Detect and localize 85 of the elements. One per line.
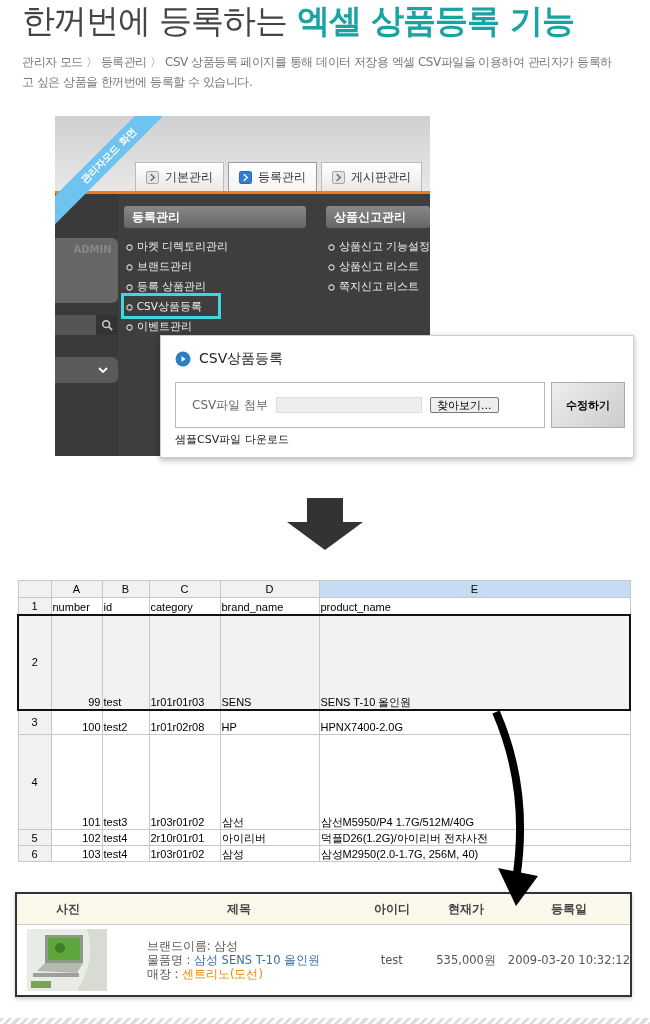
play-icon [175,351,191,367]
table-cell: test [102,614,149,710]
table-cell: 100 [51,709,102,735]
column-header: 제목 [118,893,360,925]
table-cell: 덕플D26(1.2G)/아이리버 전자사전 [319,829,630,846]
table-cell: 1r03r01r02 [149,734,220,830]
table-cell: 101 [51,734,102,830]
table-cell: 삼성M2950(2.0-1.7G, 256M, 40) [319,845,630,862]
tab[interactable]: 등록관리 [228,162,317,191]
bullet-icon [327,243,335,251]
field-label: CSV파일 첨부 [192,396,269,414]
tab[interactable]: 기본관리 [135,162,224,191]
menu-item[interactable]: 이벤트관리 [123,316,306,336]
table-cell: 1r03r01r02 [149,845,220,862]
table-cell: SENS T-10 올인원 [319,614,630,710]
brand-text: 브랜드이름: 삼성 [146,939,240,953]
menu-header: 상품신고관리 [325,206,430,228]
store-label: 매장 : [146,967,179,981]
menu-item[interactable]: CSV상품등록 [123,296,218,316]
table-cell: SENS [220,614,319,710]
menu-item[interactable]: 상품신고 기능설정 [325,236,430,256]
column-header: 사진 [16,893,119,925]
table-cell: 2r10r01r01 [149,829,220,846]
bullet-icon [125,303,133,311]
arrow-square-icon [332,170,345,184]
table-cell: test2 [102,709,149,735]
row-header[interactable]: 2 [18,614,51,710]
table-cell: 102 [51,829,102,846]
column-header[interactable]: A [51,580,102,598]
column-header: 아이디 [359,893,425,925]
table-cell: test3 [102,734,149,830]
table-cell: 1r01r02r08 [149,709,220,735]
dialog-title: CSV상품등록 [199,350,284,368]
table-cell: test4 [102,829,149,846]
column-header[interactable]: D [220,580,319,598]
search-field[interactable] [55,315,96,335]
table-cell: 535,000원 [424,924,508,996]
table-cell: 삼선 [220,734,319,830]
table-cell: 아이리버 [220,829,319,846]
dropdown[interactable] [55,357,118,383]
browse-button[interactable]: 찾아보기... [430,397,499,413]
bullet-icon [125,243,133,251]
sample-download-link[interactable]: 샘플CSV파일 다운로드 [175,432,625,447]
arrow-square-icon [239,170,252,184]
chevron-icon [97,367,108,373]
column-header: 현재가 [424,893,508,925]
table-cell: 99 [51,614,102,710]
table-cell: 103 [51,845,102,862]
menu-item[interactable]: 등록 상품관리 [123,276,306,296]
menu-item[interactable]: 쪽지신고 리스트 [325,276,430,296]
search-icon [100,319,113,331]
down-arrow-icon [287,498,363,550]
column-header[interactable]: B [102,580,149,598]
description: 관리자 모드 〉 등록관리 〉 CSV 상품등록 페이지를 통해 데이터 저장용 엑셀 CSV파일을 이용하여 관리자가 등록하고 싶은 상품을 한꺼번에 등록할 수 있습니다. [22,54,613,91]
table-cell: 삼선M5950/P4 1.7G/512M/40G [319,734,630,830]
menu-header: 등록관리 [123,206,306,228]
product-label: 물품명 : [146,953,191,967]
headline: 한꺼번에 등록하는 엑셀 상품등록 기능 [21,0,575,42]
bullet-icon [327,283,335,291]
bullet-icon [125,323,133,331]
table-cell: test [359,924,425,996]
table-cell: 1r01r01r03 [149,614,220,710]
table-cell: HPNX7400-2.0G [319,709,630,735]
table-cell: 삼성 [220,845,319,862]
row-header[interactable]: 4 [18,734,51,830]
file-field[interactable] [276,397,423,413]
bullet-icon [125,263,133,271]
search-button[interactable] [95,315,118,335]
table-cell: 2009-03-20 10:32:12 [507,924,631,996]
bullet-icon [327,263,335,271]
column-header[interactable]: C [149,580,220,598]
menu-item[interactable]: 마켓 디렉토리관리 [123,236,306,256]
table-cell: test4 [102,845,149,862]
arrow-square-icon [146,170,159,184]
submit-button[interactable]: 수정하기 [551,382,625,428]
bullet-icon [125,283,133,291]
row-header[interactable]: 3 [18,709,51,735]
column-header: 등록일 [507,893,631,925]
column-header[interactable]: E [319,580,630,598]
table-cell: HP [220,709,319,735]
corner-cell [18,580,51,598]
product-link[interactable]: 삼성 SENS T-10 올인원 [193,953,321,967]
tab[interactable]: 게시판관리 [321,162,422,191]
menu-item[interactable]: 상품신고 리스트 [325,256,430,276]
menu-item[interactable]: 브랜드관리 [123,256,306,276]
